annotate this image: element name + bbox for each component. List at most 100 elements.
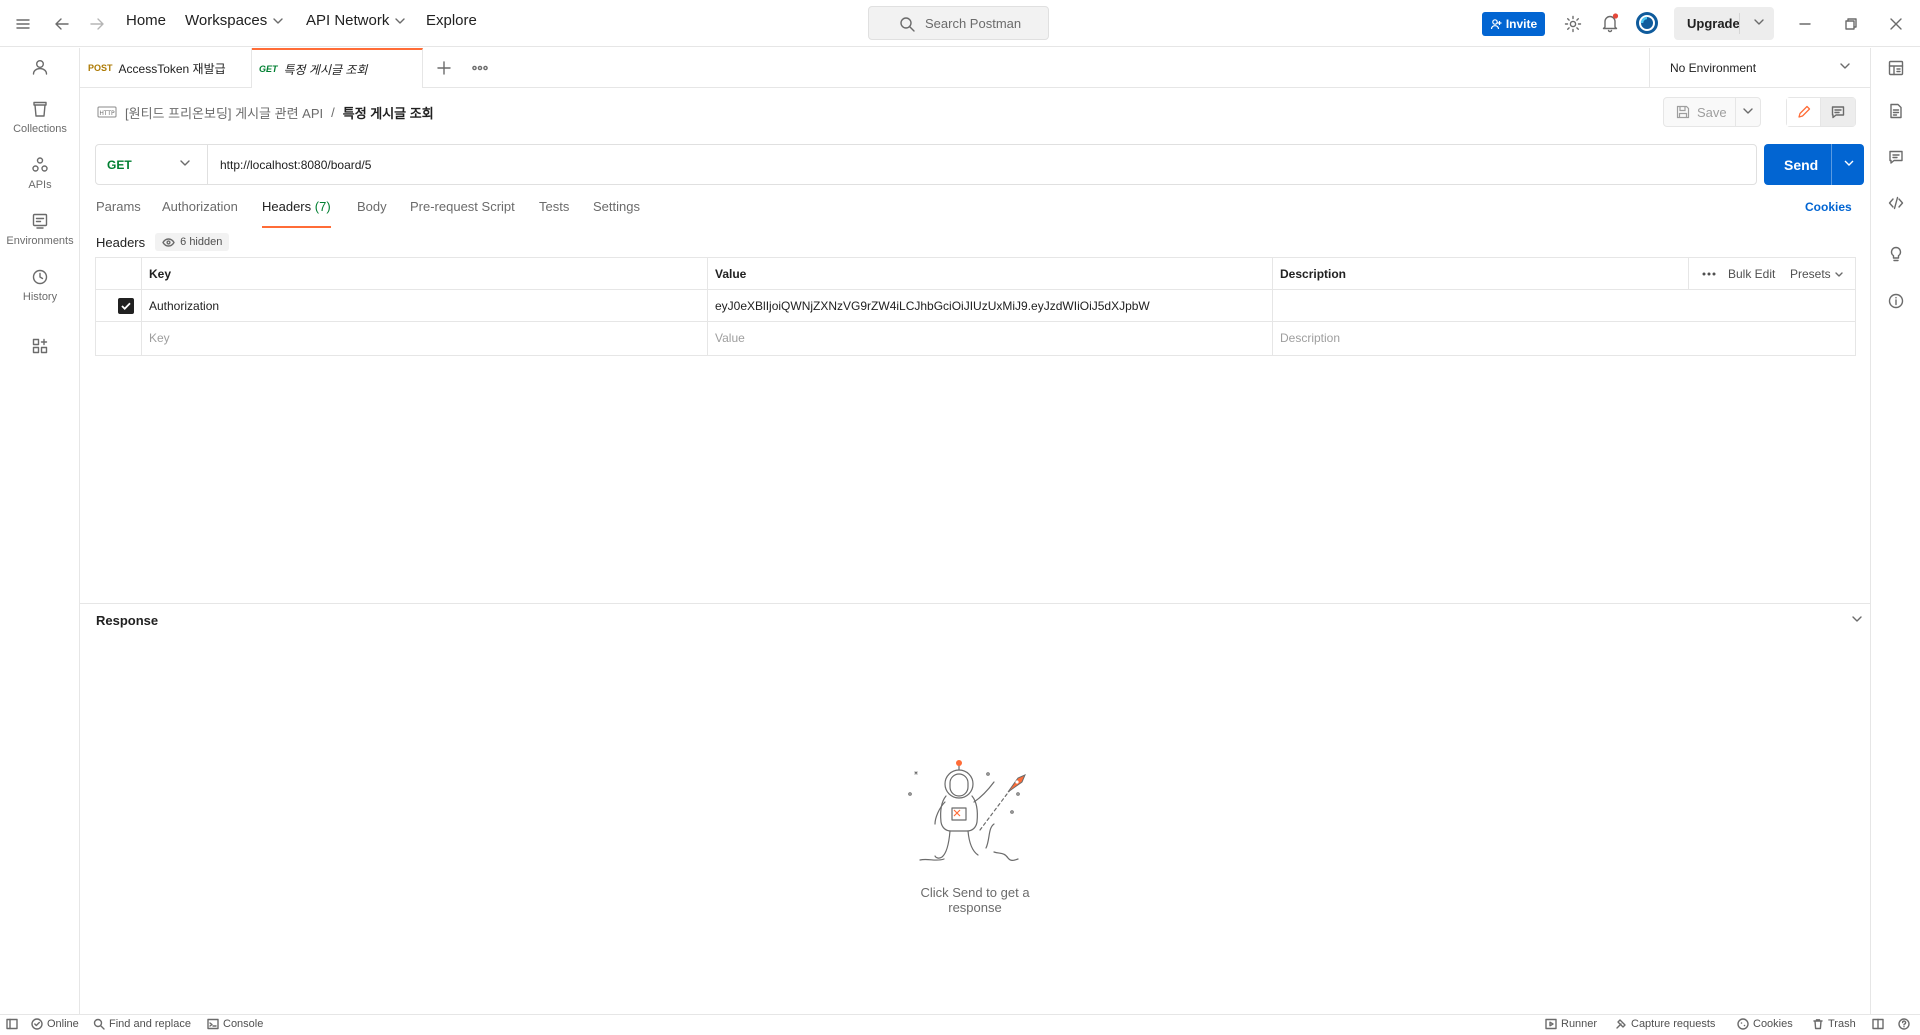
console-button[interactable]: Console: [207, 1018, 263, 1030]
forward-arrow-icon[interactable]: [87, 14, 107, 34]
environment-quick-look-icon[interactable]: [1888, 60, 1904, 76]
top-bar: Home Workspaces API Network Explore Sear…: [0, 0, 1920, 47]
comments-icon[interactable]: [1888, 149, 1904, 165]
avatar[interactable]: [1635, 11, 1659, 35]
header-key-cell[interactable]: Authorization: [141, 290, 219, 322]
eye-icon: [162, 237, 175, 247]
method-badge: GET: [259, 64, 278, 74]
http-request-icon: HTTP: [97, 106, 117, 118]
save-button[interactable]: Save: [1663, 97, 1761, 127]
cookies-link[interactable]: Cookies: [1805, 200, 1852, 214]
sidebar-item-environments[interactable]: Environments: [0, 212, 80, 247]
menu-icon[interactable]: [13, 14, 33, 34]
new-tab-plus-icon[interactable]: [434, 58, 454, 78]
chevron-down-icon[interactable]: [1852, 616, 1862, 622]
chevron-down-icon: [395, 17, 406, 24]
trash-button[interactable]: Trash: [1812, 1018, 1856, 1030]
header-description-cell[interactable]: [1272, 290, 1280, 322]
chevron-down-icon: [273, 17, 283, 24]
environment-selector[interactable]: No Environment: [1649, 48, 1870, 88]
sidebar-item-label: Environments: [6, 235, 74, 247]
tab-label: AccessToken 재발급: [118, 61, 226, 76]
lightbulb-icon[interactable]: [1888, 246, 1904, 262]
tab-params[interactable]: Params: [96, 199, 141, 225]
presets-dropdown[interactable]: Presets: [1782, 258, 1843, 290]
nav-home[interactable]: Home: [126, 12, 166, 29]
nav-api-network[interactable]: API Network: [306, 12, 406, 29]
sidebar-item-history[interactable]: History: [0, 268, 80, 303]
column-header-key: Key: [149, 267, 172, 281]
tab-pre-request-script[interactable]: Pre-request Script: [410, 199, 515, 225]
upgrade-button[interactable]: Upgrade: [1674, 7, 1774, 40]
cookie-icon: [1737, 1018, 1749, 1030]
tab-tests[interactable]: Tests: [539, 199, 569, 225]
chevron-down-icon: [1840, 63, 1850, 69]
more-options-icon[interactable]: [1694, 258, 1716, 290]
notifications-bell-icon[interactable]: [1600, 13, 1620, 33]
trash-icon: [1813, 1019, 1823, 1030]
toggle-sidebar-icon[interactable]: [6, 1018, 18, 1030]
new-key-input[interactable]: Key: [141, 322, 170, 354]
tab-body[interactable]: Body: [357, 199, 387, 225]
astronaut-illustration: [900, 752, 1050, 877]
tab-accesstoken[interactable]: POST AccessToken 재발급: [80, 48, 252, 88]
chevron-down-icon: [1834, 271, 1843, 277]
save-disk-icon: [1676, 105, 1690, 119]
minimize-window-icon[interactable]: [1795, 14, 1815, 34]
tab-headers[interactable]: Headers (7): [262, 199, 331, 228]
new-description-input[interactable]: Description: [1272, 322, 1340, 354]
right-sidebar: [1870, 48, 1920, 1014]
code-snippet-icon[interactable]: [1888, 195, 1904, 211]
bulk-edit-button[interactable]: Bulk Edit: [1720, 258, 1775, 290]
back-arrow-icon[interactable]: [52, 14, 72, 34]
capture-requests-button[interactable]: Capture requests: [1615, 1018, 1715, 1030]
settings-gear-icon[interactable]: [1563, 14, 1583, 34]
two-pane-view-icon[interactable]: [1872, 1018, 1884, 1030]
header-enabled-checkbox[interactable]: [110, 290, 134, 322]
header-value-cell[interactable]: eyJ0eXBlIjoiQWNjZXNzVG9rZW4iLCJhbGciOiJI…: [707, 290, 1150, 322]
breadcrumb-current[interactable]: 특정 게시글 조회: [343, 103, 434, 122]
environments-icon: [32, 213, 48, 229]
sidebar-item-apis[interactable]: APIs: [0, 156, 80, 191]
close-window-icon[interactable]: [1886, 14, 1906, 34]
sidebar-configure-button[interactable]: [0, 337, 80, 355]
account-button[interactable]: [0, 58, 80, 76]
chevron-down-icon[interactable]: [1743, 108, 1753, 114]
send-button[interactable]: Send: [1764, 144, 1864, 185]
tab-settings[interactable]: Settings: [593, 199, 640, 225]
chevron-down-icon[interactable]: [1844, 160, 1854, 166]
divider: [1739, 13, 1740, 34]
tab-authorization[interactable]: Authorization: [162, 199, 238, 225]
console-icon: [207, 1018, 219, 1030]
find-replace-button[interactable]: Find and replace: [93, 1018, 191, 1030]
online-status[interactable]: Online: [31, 1018, 79, 1030]
new-value-input[interactable]: Value: [707, 322, 745, 354]
restore-window-icon[interactable]: [1841, 14, 1861, 34]
comment-mode-icon[interactable]: [1821, 98, 1855, 126]
response-panel-header[interactable]: Response: [80, 603, 1870, 637]
info-icon[interactable]: [1888, 293, 1904, 309]
search-bar[interactable]: Search Postman: [868, 6, 1049, 40]
hidden-headers-toggle[interactable]: 6 hidden: [155, 233, 230, 251]
cookies-button[interactable]: Cookies: [1737, 1018, 1793, 1030]
sidebar-item-label: History: [22, 291, 58, 303]
tab-board-detail[interactable]: GET 특정 게시글 조회: [252, 48, 423, 88]
empty-response-message: Click Send to get a response: [920, 885, 1030, 915]
runner-button[interactable]: Runner: [1545, 1018, 1597, 1030]
documentation-icon[interactable]: [1888, 103, 1904, 119]
sidebar-item-collections[interactable]: Collections: [0, 100, 80, 135]
edit-pencil-icon[interactable]: [1787, 98, 1822, 126]
headers-table: Key Value Description Bulk Edit Presets …: [95, 257, 1856, 356]
invite-button[interactable]: Invite: [1482, 12, 1545, 36]
column-header-description: Description: [1280, 267, 1347, 281]
help-icon[interactable]: [1898, 1018, 1910, 1030]
chevron-down-icon[interactable]: [1754, 19, 1764, 25]
url-bar: GET http://localhost:8080/board/5: [95, 144, 1757, 185]
breadcrumb-collection[interactable]: [원티드 프리온보딩] 게시글 관련 API: [125, 103, 323, 122]
method-select[interactable]: GET: [96, 145, 208, 184]
more-tabs-icon[interactable]: [470, 58, 490, 78]
nav-workspaces[interactable]: Workspaces: [185, 12, 283, 29]
nav-explore[interactable]: Explore: [426, 12, 477, 29]
url-input[interactable]: http://localhost:8080/board/5: [208, 158, 371, 172]
tab-label: 특정 게시글 조회: [283, 62, 368, 77]
